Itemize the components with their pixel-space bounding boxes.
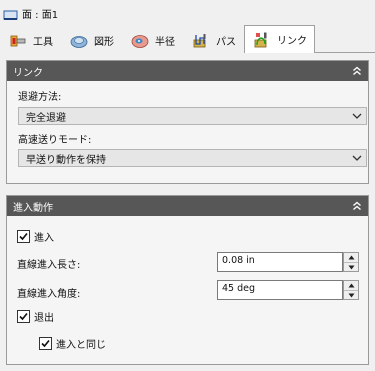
approach-panel: 進入動作 進入 直線進入長さ: 0.08 in 直線進入角度: 45 deg 退… (6, 195, 369, 365)
retract-method-label: 退避方法: (18, 92, 62, 103)
radius-icon (131, 33, 149, 49)
rapid-mode-label: 高速送りモード: (18, 135, 92, 146)
tab-radius[interactable]: 半径 (122, 27, 183, 53)
rapid-mode-value: 早送り動作を保持 (26, 154, 106, 166)
collapse-icon[interactable] (352, 66, 362, 76)
page-title: 面 : 面1 (22, 9, 59, 21)
panel-title: 進入動作 (13, 202, 53, 214)
linear-angle-input[interactable]: 45 deg (217, 280, 343, 300)
link-panel: リンク 退避方法: 完全退避 高速送りモード: 早送り動作を保持 (6, 60, 369, 184)
approach-checkbox-row[interactable]: 進入 (17, 229, 54, 244)
rapid-mode-dropdown[interactable]: 早送り動作を保持 (18, 149, 367, 167)
retract-method-value: 完全退避 (26, 112, 66, 124)
tab-label: パス (216, 37, 236, 48)
approach-label: 進入 (34, 233, 54, 244)
spin-down-icon[interactable] (344, 262, 358, 271)
tab-label: 図形 (94, 37, 114, 48)
tab-path[interactable]: パス (183, 27, 244, 53)
link-panel-header[interactable]: リンク (7, 61, 368, 81)
spin-down-icon[interactable] (344, 290, 358, 299)
exit-checkbox[interactable] (17, 310, 30, 323)
tab-label: 工具 (33, 37, 53, 48)
same-as-approach-checkbox[interactable] (39, 337, 52, 350)
path-icon (192, 32, 210, 50)
spin-up-icon[interactable] (344, 253, 358, 262)
linear-length-spinner[interactable] (343, 252, 359, 272)
collapse-icon[interactable] (352, 201, 362, 211)
approach-panel-header[interactable]: 進入動作 (7, 196, 368, 216)
shape-icon (70, 33, 88, 49)
panel-title: リンク (13, 67, 43, 79)
tab-label: 半径 (155, 37, 175, 48)
retract-method-dropdown[interactable]: 完全退避 (18, 107, 367, 125)
exit-checkbox-row[interactable]: 退出 (17, 309, 54, 324)
linear-length-label: 直線進入長さ: (17, 260, 81, 271)
tab-bar: 工具 図形 半径 パス リンク (0, 25, 375, 53)
approach-checkbox[interactable] (17, 230, 30, 243)
spin-up-icon[interactable] (344, 281, 358, 290)
same-as-approach-checkbox-row[interactable]: 進入と同じ (39, 336, 106, 351)
linear-angle-spinner[interactable] (343, 280, 359, 300)
chevron-down-icon (352, 112, 362, 120)
linear-angle-label: 直線進入角度: (17, 289, 81, 300)
tab-label: リンク (277, 36, 307, 47)
title-bar: 面 : 面1 (0, 0, 375, 26)
tab-tool[interactable]: 工具 (0, 27, 61, 53)
same-as-approach-label: 進入と同じ (56, 340, 106, 351)
linear-length-input[interactable]: 0.08 in (217, 252, 343, 272)
tab-shape[interactable]: 図形 (61, 27, 122, 53)
exit-label: 退出 (34, 313, 54, 324)
chevron-down-icon (352, 154, 362, 162)
tab-link[interactable]: リンク (244, 25, 315, 53)
tool-icon (9, 33, 27, 49)
face-icon (3, 5, 19, 21)
link-icon (253, 31, 271, 49)
